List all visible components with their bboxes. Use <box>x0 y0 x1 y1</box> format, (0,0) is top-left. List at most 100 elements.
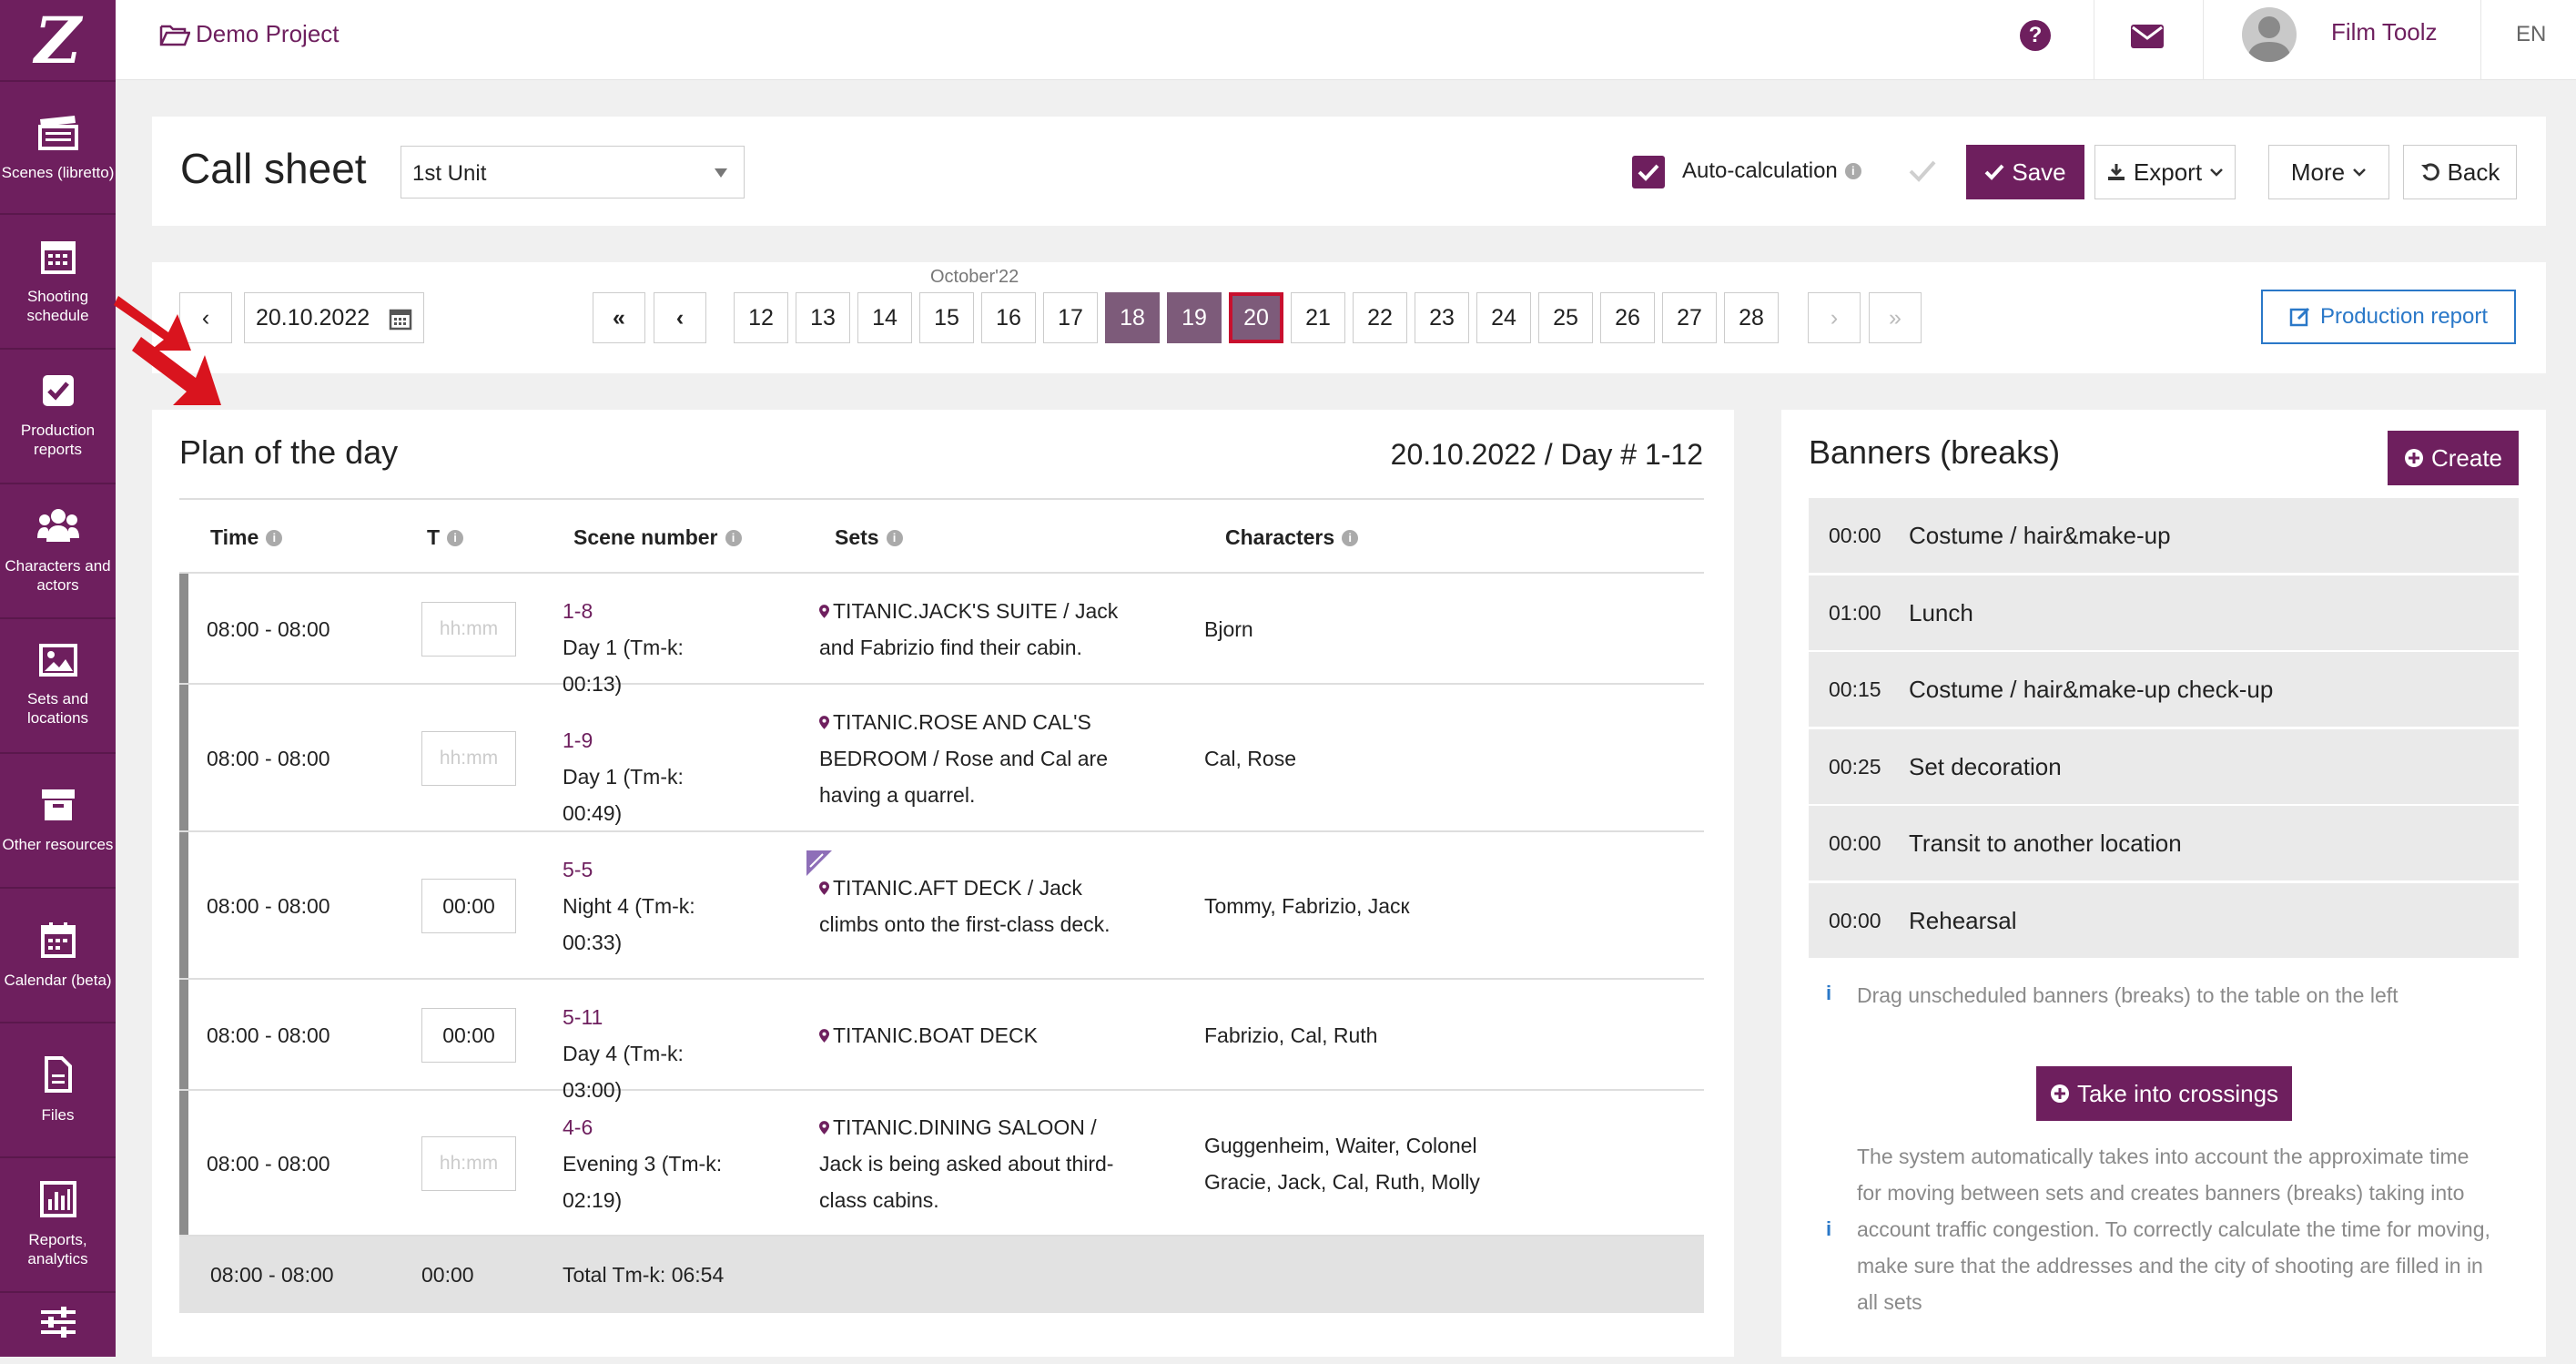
take-into-crossings-button[interactable]: Take into crossings <box>2036 1066 2292 1121</box>
characters-line: Gracie, Jack, Cal, Ruth, Molly <box>1204 1170 1480 1194</box>
day-button[interactable]: 12 <box>734 292 788 343</box>
drag-handle[interactable] <box>179 980 188 1089</box>
t-input[interactable]: hh:mm <box>421 1136 516 1191</box>
banner-item[interactable]: 00:15 Costume / hair&make-up check-up <box>1809 652 2519 727</box>
banner-time: 00:15 <box>1829 677 1881 701</box>
calendar-grid-icon <box>40 241 76 274</box>
sidebar-item-files[interactable]: Files <box>0 1023 116 1158</box>
prev-week-button[interactable]: ‹ <box>654 292 706 343</box>
banner-item[interactable]: 00:00 Costume / hair&make-up <box>1809 498 2519 573</box>
total-t: 00:00 <box>421 1263 474 1287</box>
table-row[interactable]: 08:00 - 08:00 hh:mm 1-8 Day 1 (Tm-k: 00:13)… <box>179 574 1704 696</box>
drag-handle[interactable] <box>179 574 188 683</box>
day-button[interactable]: 14 <box>857 292 912 343</box>
scene-number-link[interactable]: 1-9 <box>563 722 726 758</box>
help-button[interactable]: ? <box>2020 20 2051 51</box>
sidebar-item-shooting-schedule[interactable]: Shooting schedule <box>0 215 116 350</box>
table-row[interactable]: 08:00 - 08:00 hh:mm 4-6 Evening 3 (Tm-k: 02:… <box>179 1091 1704 1237</box>
scene-cell: 4-6 Evening 3 (Tm-k: 02:19) <box>563 1109 726 1218</box>
set-cell[interactable]: TITANIC.ROSE AND CAL'S BEDROOM / Rose and… <box>819 704 1120 813</box>
export-button[interactable]: Export <box>2094 145 2236 199</box>
chevron-right-icon: › <box>1830 304 1839 331</box>
avatar[interactable] <box>2242 7 2297 62</box>
set-cell[interactable]: TITANIC.BOAT DECK <box>819 1017 1120 1054</box>
create-banner-button[interactable]: Create <box>2388 431 2519 485</box>
day-button[interactable]: 18 <box>1105 292 1160 343</box>
day-button[interactable]: 17 <box>1043 292 1098 343</box>
sidebar-item-sets[interactable]: Sets and locations <box>0 619 116 754</box>
t-input[interactable]: 00:00 <box>421 1008 516 1063</box>
more-button[interactable]: More <box>2268 145 2389 199</box>
auto-calculation-checkbox[interactable] <box>1632 156 1665 188</box>
day-button[interactable]: 20 <box>1229 292 1283 343</box>
sliders-icon <box>40 1307 76 1338</box>
first-week-button[interactable]: « <box>593 292 645 343</box>
banner-item[interactable]: 00:00 Rehearsal <box>1809 883 2519 958</box>
messages-button[interactable] <box>2130 24 2165 54</box>
day-button[interactable]: 19 <box>1167 292 1222 343</box>
banners-title: Banners (breaks) <box>1809 433 2061 471</box>
table-row[interactable]: 08:00 - 08:00 hh:mm 1-9 Day 1 (Tm-k: 00:49)… <box>179 685 1704 832</box>
create-label: Create <box>2430 443 2503 472</box>
day-button[interactable]: 28 <box>1724 292 1779 343</box>
scene-number-link[interactable]: 1-8 <box>563 593 726 629</box>
banner-item[interactable]: 00:00 Transit to another location <box>1809 806 2519 880</box>
day-button[interactable]: 13 <box>796 292 850 343</box>
unit-select[interactable]: 1st Unit <box>401 146 745 198</box>
date-input[interactable]: 20.10.2022 <box>244 292 424 343</box>
table-row[interactable]: 08:00 - 08:00 00:00 5-11 Day 4 (Tm-k: 03:00… <box>179 980 1704 1102</box>
characters-line: Bjorn <box>1204 617 1253 641</box>
user-name[interactable]: Film Toolz <box>2331 18 2438 46</box>
day-button[interactable]: 21 <box>1291 292 1345 343</box>
drag-handle[interactable] <box>179 1091 188 1235</box>
sidebar-item-other-resources[interactable]: Other resources <box>0 754 116 889</box>
save-button[interactable]: Save <box>1966 145 2084 199</box>
drag-handle[interactable] <box>179 685 188 830</box>
language-switcher[interactable]: EN <box>2516 22 2546 47</box>
last-week-button[interactable]: » <box>1869 292 1922 343</box>
set-text: and Fabrizio find their cabin. <box>819 636 1082 659</box>
sidebar-item-calendar[interactable]: Calendar (beta) <box>0 889 116 1023</box>
day-button[interactable]: 24 <box>1476 292 1531 343</box>
image-icon <box>38 644 77 677</box>
next-week-button[interactable]: › <box>1808 292 1861 343</box>
drag-handle[interactable] <box>179 832 188 978</box>
project-link[interactable]: Demo Project <box>159 20 340 48</box>
question-icon: ? <box>2028 23 2043 47</box>
day-button[interactable]: 27 <box>1662 292 1717 343</box>
sidebar-item-scenes[interactable]: Scenes (libretto) <box>0 82 116 215</box>
day-button[interactable]: 26 <box>1600 292 1655 343</box>
set-line: BEDROOM / Rose and Cal are <box>819 740 1120 777</box>
sidebar-item-label: Scenes (libretto) <box>1 163 115 181</box>
t-input[interactable]: hh:mm <box>421 602 516 657</box>
scene-number-link[interactable]: 5-11 <box>563 999 726 1035</box>
t-input[interactable]: 00:00 <box>421 879 516 933</box>
divider <box>2480 0 2481 80</box>
back-button[interactable]: Back <box>2403 145 2517 199</box>
col-header-label: T <box>427 525 441 549</box>
table-row[interactable]: 08:00 - 08:00 00:00 5-5 Night 4 (Tm-k: 00:33… <box>179 832 1704 980</box>
checkbox-icon <box>42 375 74 406</box>
set-cell[interactable]: TITANIC.DINING SALOON / Jack is being ask… <box>819 1109 1120 1218</box>
characters-line: Cal, Rose <box>1204 747 1296 770</box>
production-report-button[interactable]: Production report <box>2261 290 2516 344</box>
scene-number-link[interactable]: 4-6 <box>563 1109 726 1145</box>
sidebar-item-characters[interactable]: Characters and actors <box>0 484 116 619</box>
day-button[interactable]: 22 <box>1353 292 1407 343</box>
t-input[interactable]: hh:mm <box>421 731 516 786</box>
banner-item[interactable]: 01:00 Lunch <box>1809 575 2519 650</box>
sidebar-item-reports[interactable]: Reports, analytics <box>0 1158 116 1293</box>
day-button[interactable]: 16 <box>981 292 1036 343</box>
sidebar-item-production-reports[interactable]: Production reports <box>0 350 116 484</box>
app-logo[interactable]: Z <box>0 0 116 82</box>
day-button[interactable]: 25 <box>1538 292 1593 343</box>
day-button[interactable]: 23 <box>1415 292 1469 343</box>
scene-number-link[interactable]: 5-5 <box>563 851 726 888</box>
set-cell[interactable]: TITANIC.AFT DECK / Jack climbs onto the f… <box>819 870 1120 942</box>
set-cell[interactable]: TITANIC.JACK'S SUITE / Jack and Fabrizio … <box>819 593 1120 666</box>
date-nav-card <box>152 262 2546 373</box>
banner-item[interactable]: 00:25 Set decoration <box>1809 729 2519 804</box>
undo-icon <box>2420 163 2439 181</box>
day-button[interactable]: 15 <box>919 292 974 343</box>
sidebar-item-settings[interactable] <box>0 1293 116 1364</box>
